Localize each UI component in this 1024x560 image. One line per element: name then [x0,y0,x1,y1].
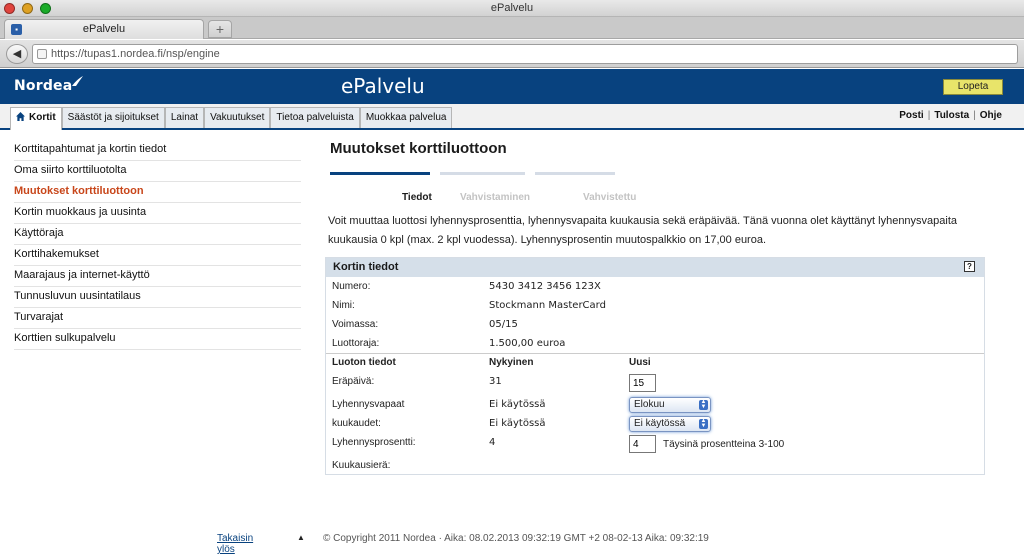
step-vahvistaminen: Vahvistaminen [460,192,531,203]
browser-tab-title: ePalvelu [82,23,126,35]
field-label: Lyhennysvapaat [332,399,405,410]
page-icon [37,49,47,59]
page-title: Muutokset korttiluottoon [330,140,507,157]
free-month-2-current: Ei käytössä [489,418,546,429]
back-to-top-link[interactable]: Takaisin ylös [217,533,253,555]
tab-label: Kortit [29,112,56,123]
print-link[interactable]: Tulosta [934,110,969,121]
sidebar-item-korttihakemukset[interactable]: Korttihakemukset [14,245,301,266]
sidebar-item-maarajaus[interactable]: Maarajaus ja internet-käyttö [14,266,301,287]
intro-text: Voit muuttaa luottosi lyhennysprosenttia… [328,212,988,250]
card-name-value: Stockmann MasterCard [489,300,606,311]
browser-tab[interactable]: ▪ ePalvelu [4,19,204,39]
address-toolbar: ◀ https://tupas1.nordea.fi/nsp/engine [0,40,1024,68]
favicon-icon: ▪ [11,24,22,35]
due-day-input[interactable] [629,374,656,392]
logout-button[interactable]: Lopeta [943,79,1003,95]
nordea-sail-icon [72,76,83,86]
new-tab-button[interactable]: + [208,20,232,38]
sidebar-item-sulkupalvelu[interactable]: Korttien sulkupalvelu [14,329,301,350]
home-icon [16,112,25,121]
step-segment-active [330,172,430,175]
tab-saastot[interactable]: Säästöt ja sijoitukset [61,107,165,128]
selected-value: Ei käytössä [634,418,686,429]
sidebar-item-turvarajat[interactable]: Turvarajat [14,308,301,329]
field-label: Nimi: [332,300,355,311]
panel-divider [326,353,984,354]
progress-steps [330,172,620,176]
column-header-label: Luoton tiedot [332,357,396,368]
nordea-logo[interactable]: Nordea [14,78,72,94]
updown-arrows-icon: ▲ ▼ [699,418,708,429]
browser-tabbar: ▪ ePalvelu + [0,17,1024,39]
site-header: Nordea ePalvelu Lopeta [0,69,1024,104]
sidebar-item-tunnusluku[interactable]: Tunnusluvun uusintatilaus [14,287,301,308]
card-info-panel: Kortin tiedot ? Numero: 5430 3412 3456 1… [325,257,985,475]
field-label: Voimassa: [332,319,379,330]
card-valid-value: 05/15 [489,319,518,330]
field-label: Lyhennysprosentti: [332,437,416,448]
card-number-value: 5430 3412 3456 123X [489,281,601,292]
help-link[interactable]: Ohje [980,110,1002,121]
sidebar-item-muutokset[interactable]: Muutokset korttiluottoon [14,182,301,203]
step-segment [440,172,525,175]
main-navigation: Kortit Säästöt ja sijoitukset Lainat Vak… [0,104,1024,130]
sidebar-item-kayttoraja[interactable]: Käyttöraja [14,224,301,245]
tab-vakuutukset[interactable]: Vakuutukset [204,107,271,128]
tab-lainat[interactable]: Lainat [164,107,205,128]
step-segment [535,172,615,175]
window-title: ePalvelu [490,2,534,14]
panel-title: Kortin tiedot [333,261,399,273]
column-header-current: Nykyinen [489,357,534,368]
help-icon[interactable]: ? [964,261,975,272]
updown-arrows-icon: ▲ ▼ [699,399,708,410]
selected-value: Elokuu [634,399,665,410]
field-label: Kuukausierä: [332,460,391,471]
sidebar-item-kortin-muokkaus[interactable]: Kortin muokkaus ja uusinta [14,203,301,224]
utility-links: Posti | Tulosta | Ohje [899,110,1002,121]
back-button[interactable]: ◀ [6,44,28,64]
window-titlebar: ePalvelu [0,0,1024,17]
field-label: Luottoraja: [332,338,380,349]
free-month-2-select[interactable]: Ei käytössä ▲ ▼ [629,416,711,432]
credit-limit-value: 1.500,00 euroa [489,338,566,349]
percent-current: 4 [489,437,496,448]
tab-muokkaa-palvelua[interactable]: Muokkaa palvelua [359,107,453,128]
url-field[interactable]: https://tupas1.nordea.fi/nsp/engine [32,44,1018,64]
percent-hint: Täysinä prosentteina 3-100 [663,438,785,450]
field-label: Numero: [332,281,371,292]
field-label: Eräpäivä: [332,376,375,387]
tab-kortit[interactable]: Kortit [10,107,62,130]
intro-line-2: kuukausia 0 kpl (max. 2 kpl vuodessa). L… [328,234,767,246]
up-arrow-icon: ▲ [297,533,305,542]
column-header-new: Uusi [629,357,651,368]
step-vahvistettu: Vahvistettu [583,192,637,203]
free-month-1-select[interactable]: Elokuu ▲ ▼ [629,397,711,413]
percent-input[interactable] [629,435,656,453]
tab-tietoa-palveluista[interactable]: Tietoa palveluista [270,107,360,128]
step-tiedot: Tiedot [402,192,432,203]
url-text: https://tupas1.nordea.fi/nsp/engine [51,48,220,60]
panel-header: Kortin tiedot ? [326,258,984,277]
sidebar: Korttitapahtumat ja kortin tiedot Oma si… [14,140,301,350]
intro-line-1: Voit muuttaa luottosi lyhennysprosenttia… [328,215,958,227]
field-label: kuukaudet: [332,418,381,429]
copyright-text: © Copyright 2011 Nordea · Aika: 08.02.20… [323,533,709,544]
step-labels: Tiedot Vahvistaminen Vahvistettu [330,192,670,206]
sidebar-item-oma-siirto[interactable]: Oma siirto korttiluotolta [14,161,301,182]
free-month-1-current: Ei käytössä [489,399,546,410]
mail-link[interactable]: Posti [899,110,923,121]
due-day-current: 31 [489,376,502,387]
sidebar-item-korttitapahtumat[interactable]: Korttitapahtumat ja kortin tiedot [14,140,301,161]
app-title: ePalvelu [341,74,425,98]
